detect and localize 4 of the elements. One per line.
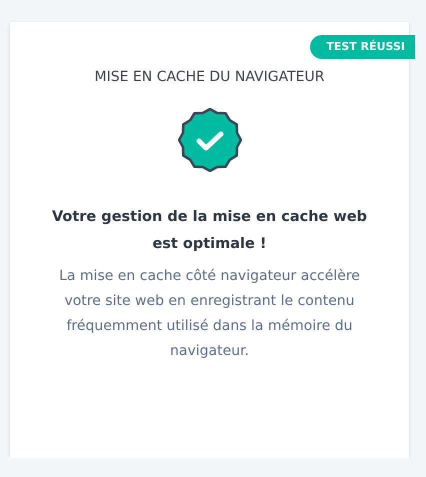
result-heading: Votre gestion de la mise en cache web est optimale ! bbox=[50, 208, 368, 254]
result-description: La mise en cache côté navigateur accélère votre site web en enregistrant le contenu fréquemment utilisé dans la mémoire du navigateur. bbox=[58, 266, 361, 361]
status-badge: TEST RÉUSSI bbox=[310, 35, 415, 59]
card-title: MISE EN CACHE DU NAVIGATEUR bbox=[94, 69, 326, 86]
